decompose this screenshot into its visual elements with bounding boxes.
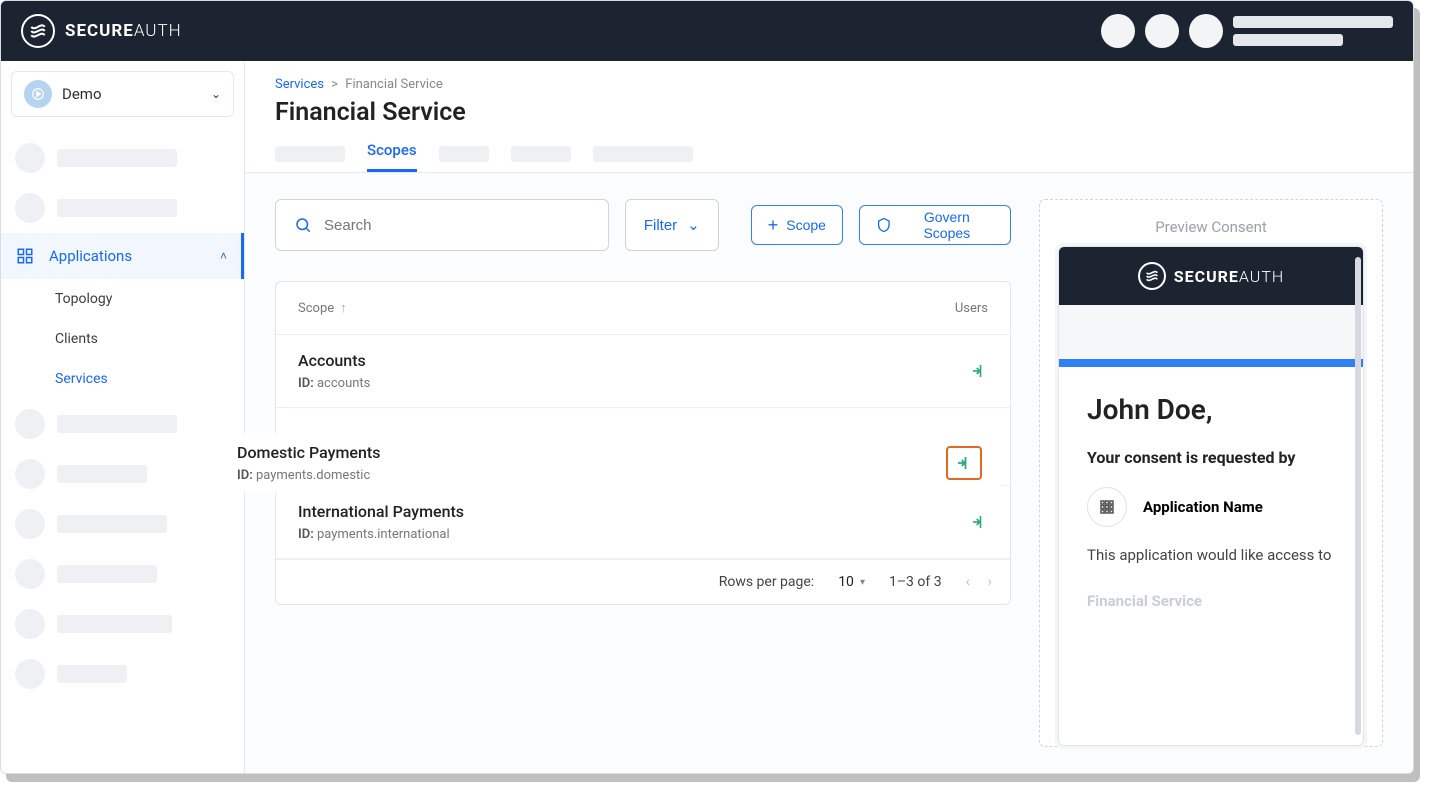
page-range: 1–3 of 3 xyxy=(889,574,942,590)
consent-header: SECUREAUTH xyxy=(1059,247,1363,305)
table-row-highlighted[interactable]: Domestic Payments ID: payments.domestic xyxy=(237,433,1000,493)
breadcrumb-current: Financial Service xyxy=(345,77,443,92)
enter-icon-highlighted[interactable] xyxy=(946,446,982,480)
id-label: ID: xyxy=(237,468,253,483)
consent-user-name: John Doe, xyxy=(1087,393,1335,426)
sidebar-item-placeholder[interactable] xyxy=(1,449,244,499)
prev-page-icon[interactable]: ‹ xyxy=(966,574,970,590)
table-row[interactable]: International Payments ID: payments.inte… xyxy=(276,486,1010,559)
add-scope-label: Scope xyxy=(786,217,826,233)
enter-icon[interactable] xyxy=(970,362,988,380)
sidebar-item-applications[interactable]: Applications ˄ xyxy=(1,233,244,279)
rows-per-page-select[interactable]: 10 ▾ xyxy=(838,574,865,590)
consent-subheading: Your consent is requested by xyxy=(1087,448,1335,467)
workspace-name: Demo xyxy=(62,85,201,103)
enter-icon[interactable] xyxy=(970,513,988,531)
scope-name: Domestic Payments xyxy=(237,443,946,462)
scope-name: International Payments xyxy=(298,502,970,521)
id-label: ID: xyxy=(298,527,314,542)
table-footer: Rows per page: 10 ▾ 1–3 of 3 ‹ › xyxy=(276,559,1010,604)
add-scope-button[interactable]: + Scope xyxy=(751,205,843,245)
tab-scopes[interactable]: Scopes xyxy=(367,141,417,172)
breadcrumb-sep: > xyxy=(331,77,338,92)
consent-desc: This application would like access to xyxy=(1087,545,1335,566)
sidebar-sub-clients[interactable]: Clients xyxy=(1,319,244,359)
col-users: Users xyxy=(955,301,988,316)
header-avatar-placeholder[interactable] xyxy=(1145,14,1179,48)
consent-section: Financial Service xyxy=(1059,592,1363,610)
workspace-icon xyxy=(24,80,52,108)
brand-name: SECUREAUTH xyxy=(65,21,182,41)
search-icon xyxy=(294,216,312,234)
sidebar-sub-services[interactable]: Services xyxy=(1,359,244,399)
sidebar-item-placeholder[interactable] xyxy=(1,133,244,183)
brand: SECUREAUTH xyxy=(21,14,182,48)
sidebar-item-placeholder[interactable] xyxy=(1,649,244,699)
header-right xyxy=(1101,14,1393,48)
sidebar-sub-topology[interactable]: Topology xyxy=(1,279,244,319)
scope-name: Accounts xyxy=(298,351,970,370)
apps-icon xyxy=(15,247,35,265)
header-text-placeholder xyxy=(1233,16,1393,28)
chevron-down-icon: ⌄ xyxy=(687,216,700,234)
brand-logo-icon xyxy=(1138,262,1166,290)
caret-down-icon: ▾ xyxy=(860,577,865,588)
tab-placeholder[interactable] xyxy=(275,146,345,162)
tab-placeholder[interactable] xyxy=(439,146,489,162)
sidebar-label: Applications xyxy=(49,247,132,265)
sidebar-item-placeholder[interactable] xyxy=(1,399,244,449)
consent-card: SECUREAUTH John Doe, Your consent is req… xyxy=(1058,246,1364,746)
header-avatar-placeholder[interactable] xyxy=(1189,14,1223,48)
chevron-up-icon: ˄ xyxy=(220,249,227,263)
workspace-switcher[interactable]: Demo ⌄ xyxy=(11,71,234,117)
sort-up-icon[interactable]: ↑ xyxy=(340,300,347,316)
scope-id: payments.international xyxy=(317,527,450,542)
preview-title: Preview Consent xyxy=(1155,200,1267,246)
brand-logo-icon xyxy=(21,14,55,48)
id-label: ID: xyxy=(298,376,314,391)
table-row[interactable]: Accounts ID: accounts xyxy=(276,335,1010,408)
search-box[interactable] xyxy=(275,199,609,251)
govern-label: Govern Scopes xyxy=(900,209,994,241)
govern-scopes-button[interactable]: Govern Scopes xyxy=(859,205,1011,245)
filter-label: Filter xyxy=(644,217,677,234)
app-icon xyxy=(1087,487,1127,527)
breadcrumb: Services > Financial Service xyxy=(275,77,1383,92)
top-header: SECUREAUTH xyxy=(1,1,1413,61)
sidebar-item-placeholder[interactable] xyxy=(1,183,244,233)
page-title: Financial Service xyxy=(275,98,1383,127)
consent-progress-bar xyxy=(1059,359,1363,367)
sidebar-item-placeholder[interactable] xyxy=(1,549,244,599)
scope-id: payments.domestic xyxy=(256,468,370,483)
sidebar: Demo ⌄ Applications ˄ Topology Clients S… xyxy=(1,61,245,773)
header-text-placeholder xyxy=(1233,34,1343,46)
shield-icon xyxy=(876,217,892,233)
scope-id: accounts xyxy=(317,376,370,391)
sidebar-item-placeholder[interactable] xyxy=(1,499,244,549)
filter-button[interactable]: Filter ⌄ xyxy=(625,199,719,251)
search-input[interactable] xyxy=(324,217,590,234)
scrollbar[interactable] xyxy=(1355,257,1361,735)
breadcrumb-root[interactable]: Services xyxy=(275,77,324,92)
next-page-icon[interactable]: › xyxy=(988,574,992,590)
plus-icon: + xyxy=(768,216,779,234)
tab-placeholder[interactable] xyxy=(593,146,693,162)
consent-brand: SECUREAUTH xyxy=(1174,267,1284,286)
preview-panel: Preview Consent SECUREAUTH John Doe xyxy=(1039,199,1383,747)
consent-subheader-bar xyxy=(1059,305,1363,359)
tab-bar: Scopes xyxy=(275,141,1383,172)
header-avatar-placeholder[interactable] xyxy=(1101,14,1135,48)
col-scope[interactable]: Scope xyxy=(298,301,334,316)
chevron-down-icon: ⌄ xyxy=(211,87,221,101)
sidebar-item-placeholder[interactable] xyxy=(1,599,244,649)
main-content: Services > Financial Service Financial S… xyxy=(245,61,1413,773)
consent-app-name: Application Name xyxy=(1143,498,1263,516)
rows-per-page-label: Rows per page: xyxy=(719,574,814,590)
tab-placeholder[interactable] xyxy=(511,146,571,162)
